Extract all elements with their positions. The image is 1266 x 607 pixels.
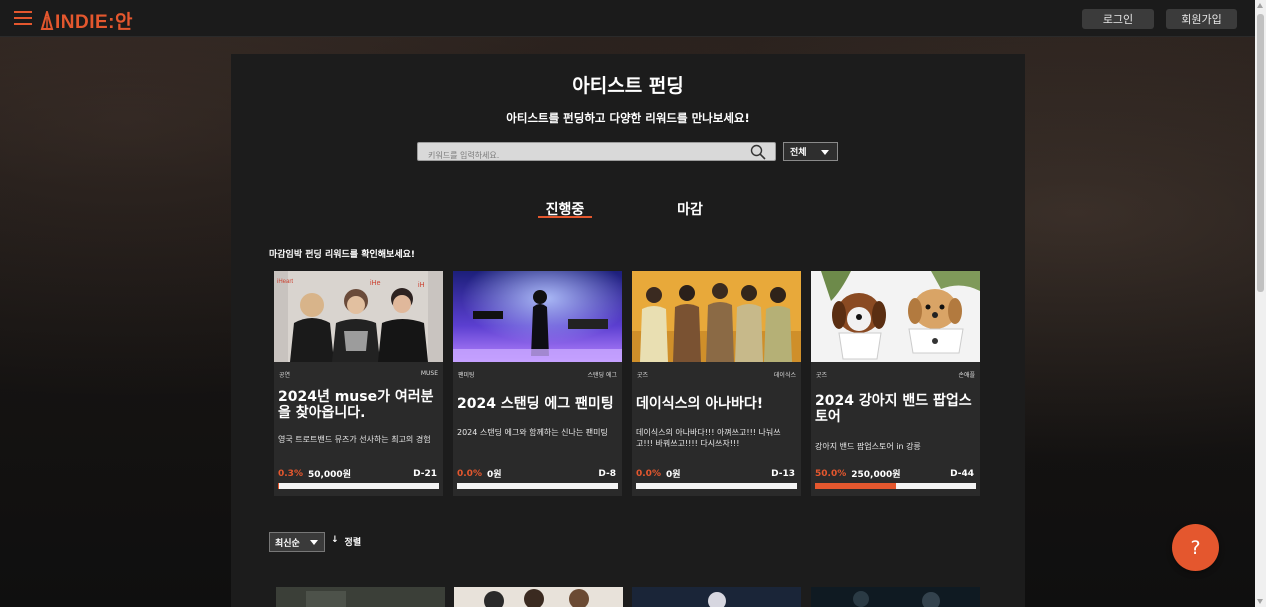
chevron-down-icon — [821, 150, 829, 155]
funding-card[interactable]: iHeart iHe iH 공연 MUSE 2024년 muse가 여러분을 찾… — [274, 271, 443, 496]
card-title[interactable]: 2024 스탠딩 에그 팬미팅 — [457, 396, 618, 412]
card-thumbnail-image[interactable] — [276, 587, 445, 607]
card-stats: 0.0% 0원 D-13 — [636, 467, 795, 481]
card-thumbnail-image[interactable] — [632, 587, 801, 607]
card-meta: 공연 MUSE — [279, 370, 438, 379]
card-category: 팬미팅 — [458, 372, 475, 379]
card-progress-bar — [636, 483, 797, 489]
page-title: 아티스트 펀딩 — [572, 75, 684, 97]
card-funding-percent: 0.3% — [278, 468, 303, 479]
card-description: 2024 스탠딩 에그와 함께하는 신나는 팬미팅 — [457, 428, 608, 437]
card-progress-bar — [457, 483, 618, 489]
tab-closed[interactable]: 마감 — [663, 199, 717, 219]
card-description: 강아지 밴드 팝업스토어 in 강릉 — [815, 442, 921, 451]
card-category: 굿즈 — [816, 372, 828, 379]
search-filter-select[interactable]: 전체 — [783, 142, 838, 161]
card-artist: 스탠딩 에그 — [587, 372, 617, 379]
funding-card[interactable]: 굿즈 손애플 2024 강아지 밴드 팝업스토어 강아지 밴드 팝업스토어 in… — [811, 271, 980, 496]
sort-select[interactable]: 최신순 — [269, 532, 325, 552]
arrow-down-icon: ↓ — [331, 535, 339, 545]
card-thumbnail-image — [811, 271, 980, 362]
funding-card[interactable]: 굿즈 데이식스 데이식스의 아나바다! 데이식스의 아나바다!!! 아껴쓰고!!… — [632, 271, 801, 496]
card-artist: MUSE — [420, 370, 438, 377]
card-thumbnail-image[interactable] — [811, 587, 980, 607]
signup-button[interactable]: 회원가입 — [1166, 9, 1237, 29]
main-panel: 아티스트 펀딩 아티스트를 펀딩하고 다양한 리워드를 만나보세요! 전체 진행… — [231, 54, 1025, 607]
search-box — [417, 142, 776, 164]
search-input[interactable] — [418, 147, 738, 164]
logo-text: INDIE:안 — [55, 12, 133, 33]
card-meta: 팬미팅 스탠딩 에그 — [458, 370, 617, 379]
card-category: 공연 — [279, 372, 291, 379]
card-stats: 0.0% 0원 D-8 — [457, 467, 616, 481]
card-artist: 손애플 — [958, 372, 975, 379]
active-tab-indicator — [538, 216, 592, 218]
card-title[interactable]: 2024년 muse가 여러분을 찾아옵니다. — [278, 389, 439, 421]
page-subtitle: 아티스트를 펀딩하고 다양한 리워드를 만나보세요! — [506, 111, 750, 125]
card-funding-percent: 0.0% — [457, 468, 482, 479]
card-title[interactable]: 2024 강아지 밴드 팝업스토어 — [815, 393, 976, 425]
card-funding-percent: 0.0% — [636, 468, 661, 479]
card-funding-amount: 250,000원 — [851, 470, 901, 480]
card-category: 굿즈 — [637, 372, 649, 379]
page-scrollbar[interactable] — [1255, 0, 1266, 607]
card-thumbnail-image[interactable] — [454, 587, 623, 607]
sort-direction-label: 정렬 — [344, 538, 362, 548]
card-stats: 0.3% 50,000원 D-21 — [278, 467, 437, 481]
filter-selected-value: 전체 — [790, 148, 807, 158]
svg-text:iH: iH — [418, 282, 425, 289]
scroll-up-icon[interactable] — [1257, 3, 1263, 8]
help-button[interactable]: ? — [1172, 524, 1219, 571]
login-button[interactable]: 로그인 — [1082, 9, 1154, 29]
sort-direction-toggle[interactable]: ↓ 정렬 — [331, 535, 361, 548]
logo-flame-icon — [40, 10, 54, 30]
card-thumbnail-image: iHeart iHe iH — [274, 271, 443, 362]
card-progress-bar — [278, 483, 439, 489]
card-funding-percent: 50.0% — [815, 468, 847, 479]
card-thumbnail-image — [453, 271, 622, 362]
card-progress-bar — [815, 483, 976, 489]
card-title[interactable]: 데이식스의 아나바다! — [636, 396, 797, 412]
card-dday: D-21 — [413, 468, 437, 479]
card-dday: D-13 — [771, 468, 795, 479]
card-description: 영국 트로트밴드 뮤즈가 선사하는 최고의 경험 — [278, 435, 431, 444]
svg-text:iHe: iHe — [370, 280, 381, 287]
sort-selected-value: 최신순 — [275, 538, 300, 549]
card-stats: 50.0% 250,000원 D-44 — [815, 467, 974, 481]
card-meta: 굿즈 손애플 — [816, 370, 975, 379]
card-meta: 굿즈 데이식스 — [637, 370, 796, 379]
chevron-down-icon — [310, 540, 318, 545]
funding-card[interactable]: 팬미팅 스탠딩 에그 2024 스탠딩 에그 팬미팅 2024 스탠딩 에그와 … — [453, 271, 622, 496]
search-icon[interactable] — [750, 144, 766, 160]
card-artist: 데이식스 — [773, 372, 796, 379]
hamburger-menu-icon[interactable] — [14, 11, 32, 25]
section-heading: 마감임박 펀딩 리워드를 확인해보세요! — [269, 250, 415, 260]
card-dday: D-8 — [598, 468, 616, 479]
scroll-down-icon[interactable] — [1257, 599, 1263, 604]
card-description: 데이식스의 아나바다!!! 아껴쓰고!!! 나눠쓰고!!! 바꿔쓰고!!!! 다… — [636, 428, 781, 448]
card-funding-amount: 50,000원 — [307, 470, 351, 480]
site-logo[interactable]: INDIE:안 — [40, 7, 133, 34]
card-funding-amount: 0원 — [665, 470, 681, 480]
top-navigation-bar: INDIE:안 로그인 회원가입 — [0, 0, 1255, 37]
card-thumbnail-image — [632, 271, 801, 362]
scrollbar-thumb[interactable] — [1257, 14, 1264, 292]
card-funding-amount: 0원 — [486, 470, 502, 480]
svg-text:iHeart: iHeart — [277, 279, 293, 285]
card-dday: D-44 — [950, 468, 974, 479]
